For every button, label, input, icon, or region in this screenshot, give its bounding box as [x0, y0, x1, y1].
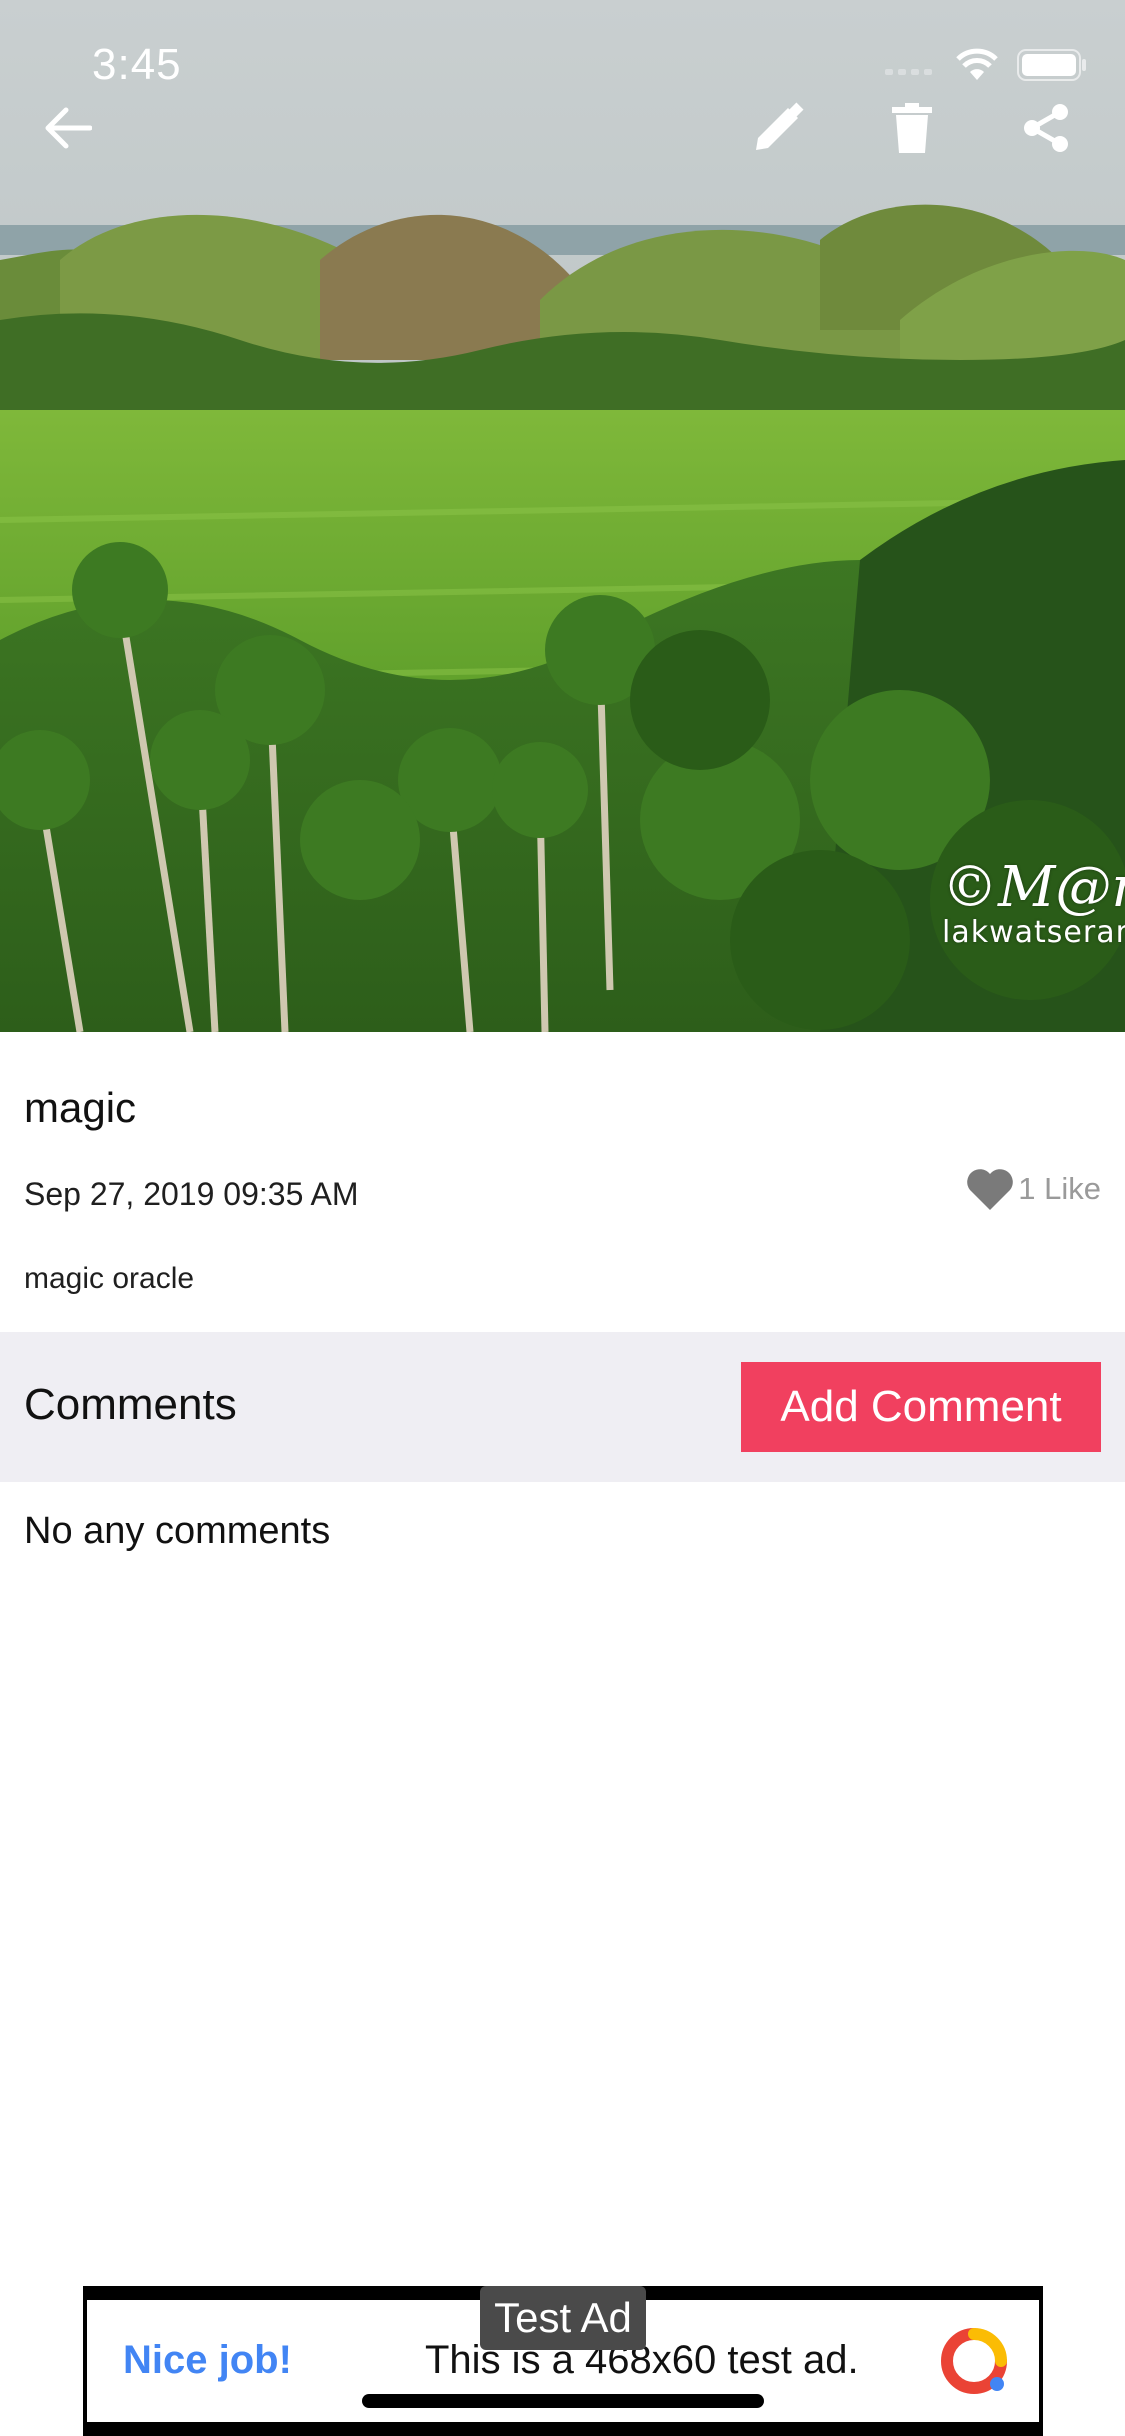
battery-icon	[1017, 49, 1086, 81]
wifi-icon	[956, 48, 998, 80]
status-bar-time: 3:45	[92, 40, 182, 89]
share-icon	[1024, 104, 1068, 152]
post-date: Sep 27, 2019 09:35 AM	[24, 1176, 359, 1212]
ad-headline[interactable]: Nice job!	[123, 2338, 292, 2383]
comments-heading: Comments	[24, 1380, 237, 1429]
post-detail-screen: 3:45 ©M@ lakwatseran magic Sep 27, 2019 …	[0, 0, 1125, 2436]
empty-comments-message: No any comments	[24, 1510, 331, 1552]
post-title: magic	[24, 1084, 137, 1131]
add-comment-button[interactable]: Add Comment	[741, 1362, 1101, 1452]
back-button[interactable]	[38, 98, 98, 158]
trash-icon	[892, 103, 932, 153]
status-bar-indicators	[885, 48, 1087, 82]
delete-button[interactable]	[882, 98, 942, 158]
pencil-icon	[756, 102, 804, 150]
admob-logo-icon	[941, 2328, 1007, 2394]
arrow-left-icon	[45, 107, 92, 149]
watermark-signature: ©M@nch	[942, 855, 1125, 920]
post-photo: 3:45 ©M@ lakwatseran	[0, 0, 1125, 1032]
cellular-signal-icon	[885, 69, 932, 75]
post-description: magic oracle	[24, 1262, 195, 1295]
edit-button[interactable]	[748, 98, 808, 158]
home-indicator[interactable]	[362, 2394, 764, 2408]
heart-icon	[967, 1169, 1014, 1210]
photo-watermark: ©M@nch lakwatseran	[942, 860, 1125, 948]
watermark-caption: lakwatseran	[942, 915, 1125, 950]
like-button[interactable]: 1 Like	[966, 1168, 1101, 1210]
share-button[interactable]	[1016, 98, 1076, 158]
test-ad-badge: Test Ad	[480, 2286, 646, 2350]
like-count: 1 Like	[1018, 1171, 1101, 1206]
